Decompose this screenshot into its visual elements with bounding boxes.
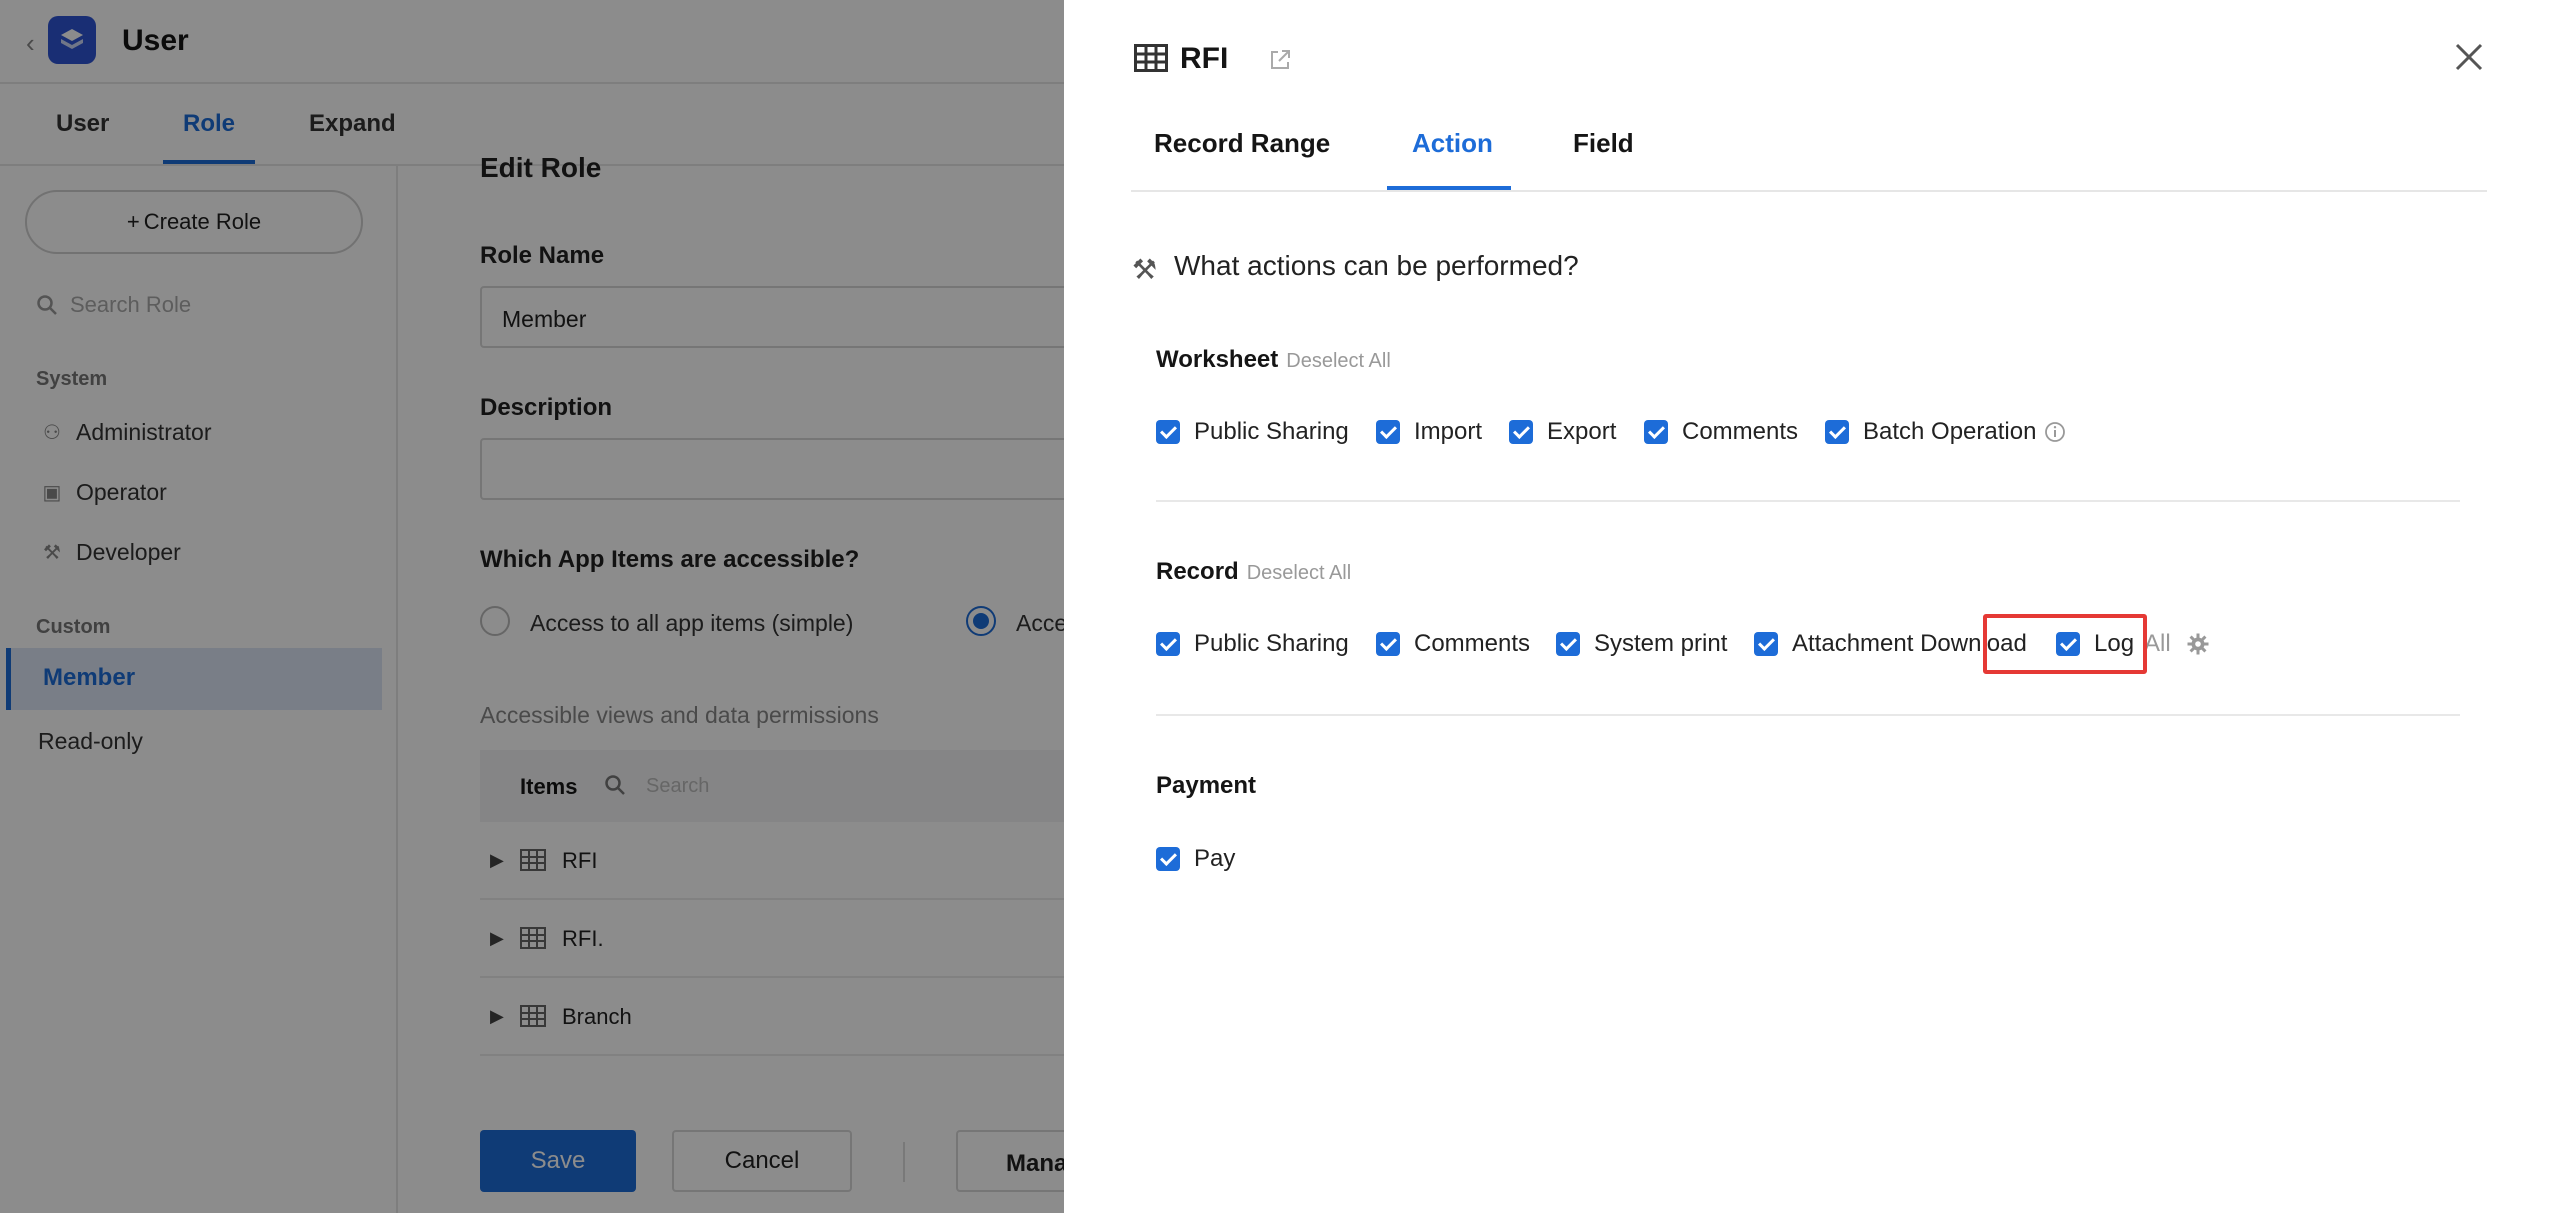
worksheet-batch-operation-option[interactable]: Batch Operation (1825, 418, 2066, 446)
option-label: Batch Operation (1863, 418, 2037, 445)
record-deselect-all-link[interactable]: Deselect All (1247, 562, 1352, 584)
checkbox-checked[interactable] (1376, 420, 1400, 444)
checkbox-checked[interactable] (1644, 420, 1668, 444)
close-icon[interactable] (2454, 42, 2484, 72)
external-link-icon[interactable] (1268, 48, 1292, 72)
worksheet-section-title: Worksheet Deselect All (1156, 346, 1391, 374)
worksheet-comments-option[interactable]: Comments (1644, 418, 1798, 446)
permission-drawer: RFI Record Range Action Field ⚒ What act… (1064, 0, 2560, 1213)
log-scope-value[interactable]: All (2144, 630, 2171, 658)
option-label: Export (1547, 418, 1617, 445)
tools-icon: ⚒ (1132, 254, 1158, 285)
info-icon[interactable] (2044, 421, 2066, 443)
checkbox-checked[interactable] (1509, 420, 1533, 444)
worksheet-export-option[interactable]: Export (1509, 418, 1616, 446)
record-system-print-option[interactable]: System print (1556, 630, 1727, 658)
checkbox-checked[interactable] (1376, 632, 1400, 656)
checkbox-checked[interactable] (1825, 420, 1849, 444)
checkbox-checked[interactable] (1556, 632, 1580, 656)
checkbox-checked[interactable] (1156, 847, 1180, 871)
actions-question: What actions can be performed? (1174, 250, 1579, 281)
option-label: Comments (1414, 630, 1531, 657)
record-section-title: Record Deselect All (1156, 558, 1351, 586)
payment-pay-option[interactable]: Pay (1156, 845, 1235, 873)
option-label: Public Sharing (1194, 418, 1349, 445)
drawer-title: RFI (1180, 42, 1229, 75)
option-label: Public Sharing (1194, 630, 1349, 657)
worksheet-deselect-all-link[interactable]: Deselect All (1286, 350, 1391, 372)
record-title: Record (1156, 558, 1239, 585)
record-public-sharing-option[interactable]: Public Sharing (1156, 630, 1349, 658)
table-icon (1134, 44, 1168, 72)
tabs-divider (1131, 190, 2487, 192)
option-label: System print (1594, 630, 1728, 657)
worksheet-import-option[interactable]: Import (1376, 418, 1482, 446)
option-label: Comments (1682, 418, 1799, 445)
tab-record-range[interactable]: Record Range (1154, 128, 1330, 159)
worksheet-title: Worksheet (1156, 346, 1279, 373)
checkbox-checked[interactable] (1156, 420, 1180, 444)
section-divider (1156, 500, 2460, 502)
tab-action[interactable]: Action (1412, 128, 1493, 159)
checkbox-checked[interactable] (1754, 632, 1778, 656)
gear-icon[interactable] (2187, 633, 2209, 655)
tab-field[interactable]: Field (1573, 128, 1634, 159)
section-divider (1156, 714, 2460, 716)
checkbox-checked[interactable] (1156, 632, 1180, 656)
option-label: Import (1414, 418, 1483, 445)
payment-section-title: Payment (1156, 772, 1257, 799)
log-option-highlight-box (1983, 614, 2147, 674)
record-comments-option[interactable]: Comments (1376, 630, 1530, 658)
worksheet-public-sharing-option[interactable]: Public Sharing (1156, 418, 1349, 446)
modal-overlay[interactable] (0, 0, 1064, 1213)
option-label: Pay (1194, 845, 1236, 872)
